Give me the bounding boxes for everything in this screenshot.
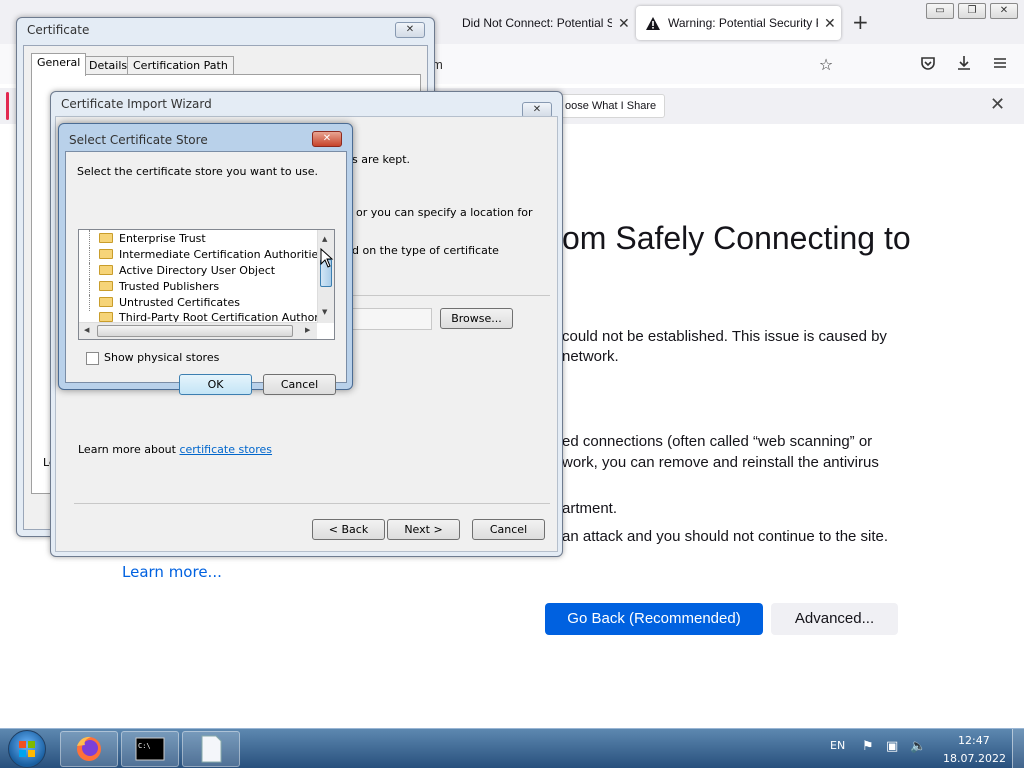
notification-accent	[6, 92, 9, 120]
divider	[74, 503, 550, 504]
tree-item-label: Enterprise Trust	[119, 232, 206, 245]
scroll-left-icon[interactable]: ◀	[84, 326, 89, 334]
folder-icon	[99, 312, 113, 322]
cancel-button[interactable]: Cancel	[263, 374, 336, 395]
error-text: could not be established. This issue is …	[562, 328, 887, 345]
language-indicator[interactable]: EN	[830, 739, 845, 752]
tree-item[interactable]: Untrusted Certificates	[99, 295, 240, 311]
tree-item-label: Active Directory User Object	[119, 264, 276, 277]
pocket-icon[interactable]	[917, 55, 939, 77]
wizard-text: s are kept.	[352, 153, 411, 166]
tab-general[interactable]: General	[31, 53, 87, 76]
certificate-stores-link[interactable]: certificate stores	[179, 443, 272, 456]
minimize-button[interactable]: ▭	[926, 3, 954, 19]
tab-close-icon[interactable]: ✕	[824, 15, 836, 32]
new-tab-button[interactable]: +	[852, 12, 876, 32]
volume-icon[interactable]: 🔈	[910, 739, 926, 754]
folder-icon	[99, 297, 113, 307]
wizard-title: Certificate Import Wizard	[61, 97, 212, 111]
advanced-button[interactable]: Advanced...	[771, 603, 898, 635]
tree-item[interactable]: Trusted Publishers	[99, 279, 219, 295]
close-icon[interactable]: ✕	[395, 22, 425, 38]
firefox-icon	[77, 736, 101, 761]
folder-icon	[99, 265, 113, 275]
error-text: an attack and you should not continue to…	[562, 528, 889, 545]
select-certificate-store-dialog: Select Certificate Store ✕ Select the ce…	[58, 123, 353, 395]
svg-text:C:\: C:\	[138, 742, 151, 750]
folder-icon	[99, 281, 113, 291]
warning-icon	[646, 16, 660, 30]
tree-item[interactable]: Active Directory User Object	[99, 263, 275, 279]
instruction-text: Select the certificate store you want to…	[77, 165, 319, 178]
document-icon	[201, 735, 222, 763]
start-button[interactable]	[8, 730, 46, 768]
wizard-text: d on the type of certificate	[352, 244, 499, 257]
close-window-button[interactable]: ✕	[990, 3, 1018, 19]
tree-item[interactable]: Intermediate Certification Authorities	[99, 247, 324, 263]
tree-item-label: Intermediate Certification Authorities	[119, 248, 325, 261]
dialog-title: Select Certificate Store	[69, 133, 208, 147]
tree-line	[89, 247, 97, 263]
tab-title: Did Not Connect: Potential Security Issu…	[462, 16, 612, 30]
mouse-cursor-icon	[320, 248, 334, 268]
scroll-right-icon[interactable]: ▶	[305, 326, 310, 334]
store-tree[interactable]: Enterprise Trust Intermediate Certificat…	[78, 229, 335, 340]
ok-button[interactable]: OK	[179, 374, 252, 395]
clock-time[interactable]: 12:47	[958, 734, 990, 747]
network-icon[interactable]: ▣	[886, 739, 898, 754]
clock-date[interactable]: 18.07.2022	[943, 752, 1006, 765]
tab-title: Warning: Potential Security Risk Ahead	[668, 16, 818, 30]
show-physical-stores-checkbox[interactable]	[86, 352, 99, 365]
show-desktop-button[interactable]	[1012, 729, 1024, 768]
taskbar-command-prompt[interactable]: C:\	[121, 731, 179, 767]
error-title: om Safely Connecting to	[562, 220, 911, 256]
error-text: network.	[562, 348, 619, 365]
notification-close-icon[interactable]: ✕	[990, 94, 1005, 115]
menu-hamburger-icon[interactable]	[989, 55, 1011, 77]
bookmark-star-icon[interactable]: ☆	[815, 55, 837, 77]
learn-more-prefix: Learn more about	[78, 443, 180, 456]
tab-close-icon[interactable]: ✕	[618, 15, 630, 32]
error-text: ed connections (often called “web scanni…	[562, 433, 873, 450]
restore-button[interactable]: ❐	[958, 3, 986, 19]
tree-line	[89, 279, 97, 295]
go-back-button[interactable]: Go Back (Recommended)	[545, 603, 763, 635]
action-center-icon[interactable]: ⚑	[862, 739, 874, 754]
horizontal-scroll-thumb[interactable]	[97, 325, 293, 337]
tab-certification-path[interactable]: Certification Path	[127, 56, 234, 76]
tree-item[interactable]: Enterprise Trust	[99, 231, 206, 247]
browse-button[interactable]: Browse...	[440, 308, 513, 329]
tree-item-label: Trusted Publishers	[119, 280, 220, 293]
learn-more-link[interactable]: Learn more...	[122, 563, 222, 581]
error-text: artment.	[562, 500, 618, 517]
store-path-field[interactable]	[352, 308, 432, 330]
choose-what-i-share-button[interactable]: oose What I Share	[556, 94, 666, 118]
tab-details[interactable]: Details	[83, 56, 134, 76]
windows-logo-icon	[19, 741, 35, 757]
taskbar-notepad[interactable]	[182, 731, 240, 767]
downloads-icon[interactable]	[953, 55, 975, 77]
tab-security-warning[interactable]: Warning: Potential Security Risk Ahead ✕	[636, 6, 841, 40]
tree-line	[89, 263, 97, 279]
tab-did-not-connect[interactable]: Did Not Connect: Potential Security Issu…	[434, 6, 632, 40]
scroll-down-icon[interactable]: ▼	[322, 308, 327, 316]
wizard-text: or you can specify a location for	[356, 206, 533, 219]
dialog-body: Select the certificate store you want to…	[65, 151, 347, 395]
folder-icon	[99, 249, 113, 259]
taskbar-firefox[interactable]	[60, 731, 118, 767]
tree-line	[89, 230, 97, 246]
next-button[interactable]: Next >	[387, 519, 460, 540]
cancel-button[interactable]: Cancel	[472, 519, 545, 540]
show-physical-stores-label: Show physical stores	[104, 351, 220, 364]
error-text: work, you can remove and reinstall the a…	[562, 454, 879, 471]
close-icon[interactable]: ✕	[312, 131, 342, 147]
tree-item-label: Untrusted Certificates	[119, 296, 240, 309]
dialog-title: Certificate	[27, 23, 90, 37]
learn-more-text: Learn more about certificate stores	[78, 443, 272, 456]
folder-icon	[99, 233, 113, 243]
back-button[interactable]: < Back	[312, 519, 385, 540]
scroll-up-icon[interactable]: ▲	[322, 235, 327, 243]
tree-line	[89, 295, 97, 311]
command-prompt-icon: C:\	[135, 737, 165, 761]
